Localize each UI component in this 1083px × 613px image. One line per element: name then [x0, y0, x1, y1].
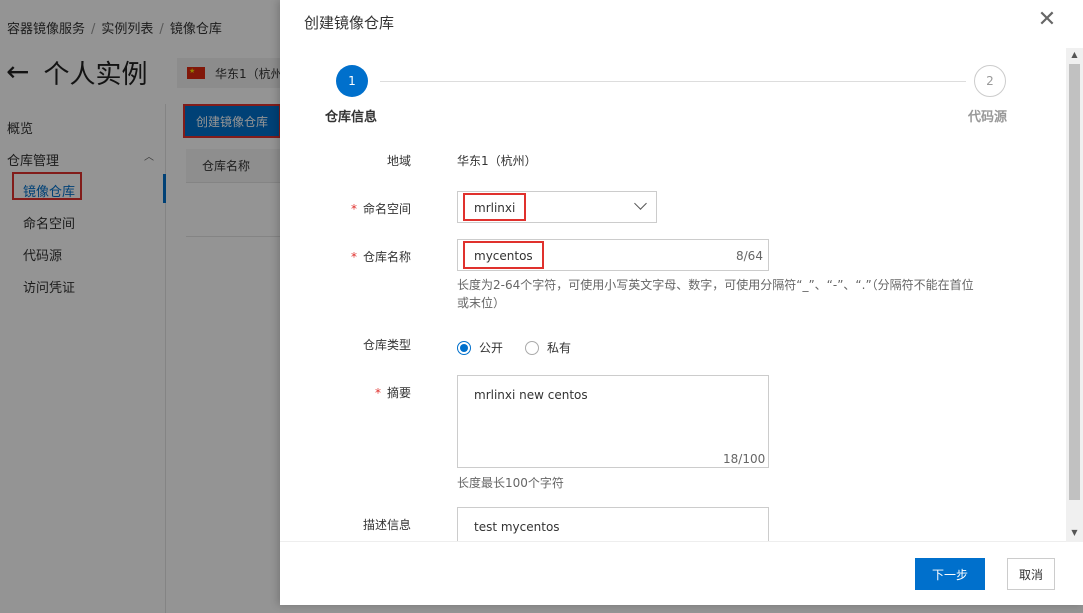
drawer-footer: 下一步 取消	[280, 541, 1066, 605]
repo-type-label: 仓库类型	[362, 338, 411, 352]
step-1-circle: 1	[336, 65, 368, 97]
step-2-circle: 2	[974, 65, 1006, 97]
chevron-down-icon	[634, 197, 647, 210]
step-connector	[380, 81, 966, 82]
description-label: 描述信息	[362, 518, 411, 532]
scrollbar-thumb[interactable]	[1069, 64, 1080, 500]
radio-private[interactable]	[525, 340, 540, 355]
highlight-box-repo-name	[463, 241, 544, 269]
radio-public[interactable]	[457, 340, 471, 355]
drawer-scrollbar[interactable]: ▲ ▼	[1066, 48, 1083, 542]
step-1-label: 仓库信息	[325, 110, 378, 125]
cancel-button[interactable]: 取消	[1007, 558, 1055, 590]
required-mark: *	[350, 202, 357, 216]
scroll-up-arrow-icon[interactable]: ▲	[1066, 48, 1083, 62]
summary-label: * 摘要	[374, 386, 411, 400]
summary-textarea[interactable]: mrlinxi new centos 18/100	[457, 375, 769, 468]
region-value: 华东1（杭州）	[457, 154, 537, 168]
summary-textarea-value: mrlinxi new centos	[474, 388, 588, 402]
repo-name-hint: 长度为2-64个字符，可使用小写英文字母、数字，可使用分隔符“_”、“-”、“.…	[457, 278, 974, 310]
next-step-button[interactable]: 下一步	[915, 558, 985, 590]
repo-type-radio-group: 公开 私有	[457, 339, 593, 356]
radio-public-label[interactable]: 公开	[479, 339, 503, 356]
close-icon[interactable]: ✕	[1036, 9, 1058, 32]
summary-hint: 长度最长100个字符	[457, 476, 564, 490]
summary-counter: 18/100	[723, 452, 766, 466]
highlight-box-namespace	[463, 193, 526, 221]
radio-private-label[interactable]: 私有	[547, 339, 571, 356]
repo-name-label: * 仓库名称	[350, 250, 411, 264]
repo-name-counter: 8/64	[736, 249, 763, 263]
drawer-title: 创建镜像仓库	[304, 14, 395, 32]
create-repo-drawer: 创建镜像仓库 ✕ 1 2 仓库信息 代码源 地域 华东1（杭州） * 命名空间 m…	[280, 0, 1083, 605]
scroll-down-arrow-icon[interactable]: ▼	[1066, 526, 1083, 540]
region-label: 地域	[386, 154, 411, 168]
step-2-label: 代码源	[968, 110, 1008, 125]
namespace-label: * 命名空间	[350, 202, 411, 216]
description-textarea-value: test mycentos	[474, 520, 560, 534]
